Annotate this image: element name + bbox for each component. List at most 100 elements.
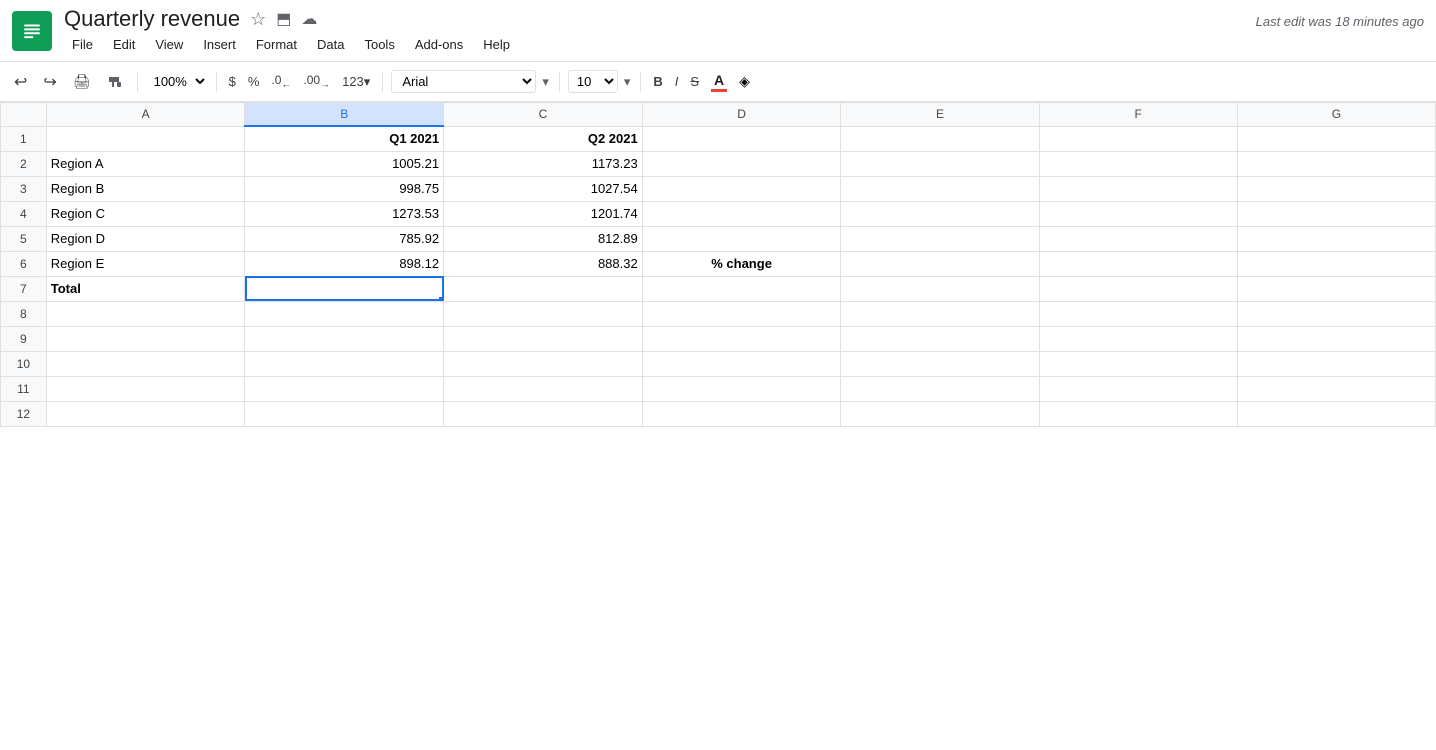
menu-data[interactable]: Data bbox=[309, 34, 352, 55]
cell-C7[interactable] bbox=[444, 276, 643, 301]
cell-C6[interactable]: 888.32 bbox=[444, 251, 643, 276]
cell-B7[interactable] bbox=[245, 276, 444, 301]
cell-A8[interactable] bbox=[46, 301, 245, 326]
cell-F8[interactable] bbox=[1039, 301, 1237, 326]
sheet-container[interactable]: A B C D E F G 1Q1 2021Q2 20212Region A10… bbox=[0, 102, 1436, 732]
text-color-button[interactable]: A bbox=[707, 70, 731, 94]
number-format-button[interactable]: 123▾ bbox=[338, 72, 374, 92]
cell-E10[interactable] bbox=[841, 351, 1039, 376]
cell-A7[interactable]: Total bbox=[46, 276, 245, 301]
font-select[interactable]: Arial Times New Roman Courier New bbox=[391, 70, 536, 93]
cloud-icon[interactable]: ☁ bbox=[301, 9, 317, 29]
print-button[interactable]: 🖨 bbox=[67, 69, 97, 94]
cell-A3[interactable]: Region B bbox=[46, 176, 245, 201]
italic-button[interactable]: I bbox=[671, 72, 683, 91]
cell-C12[interactable] bbox=[444, 401, 643, 426]
font-size-select[interactable]: 10 8 9 11 12 14 bbox=[568, 70, 618, 93]
cell-B1[interactable]: Q1 2021 bbox=[245, 126, 444, 151]
cell-G5[interactable] bbox=[1237, 226, 1435, 251]
cell-G8[interactable] bbox=[1237, 301, 1435, 326]
cell-C2[interactable]: 1173.23 bbox=[444, 151, 643, 176]
cell-F2[interactable] bbox=[1039, 151, 1237, 176]
cell-D12[interactable] bbox=[642, 401, 841, 426]
menu-file[interactable]: File bbox=[64, 34, 101, 55]
cell-G12[interactable] bbox=[1237, 401, 1435, 426]
cell-E6[interactable] bbox=[841, 251, 1039, 276]
cell-F5[interactable] bbox=[1039, 226, 1237, 251]
cell-C4[interactable]: 1201.74 bbox=[444, 201, 643, 226]
cell-B11[interactable] bbox=[245, 376, 444, 401]
cell-G11[interactable] bbox=[1237, 376, 1435, 401]
cell-D10[interactable] bbox=[642, 351, 841, 376]
bold-button[interactable]: B bbox=[649, 72, 666, 91]
cell-D2[interactable] bbox=[642, 151, 841, 176]
menu-view[interactable]: View bbox=[147, 34, 191, 55]
cell-D6[interactable]: % change bbox=[642, 251, 841, 276]
cell-B2[interactable]: 1005.21 bbox=[245, 151, 444, 176]
doc-title-text[interactable]: Quarterly revenue bbox=[64, 6, 240, 32]
cell-A5[interactable]: Region D bbox=[46, 226, 245, 251]
cell-D8[interactable] bbox=[642, 301, 841, 326]
cell-G7[interactable] bbox=[1237, 276, 1435, 301]
cell-E5[interactable] bbox=[841, 226, 1039, 251]
col-header-G[interactable]: G bbox=[1237, 103, 1435, 127]
cell-D11[interactable] bbox=[642, 376, 841, 401]
fill-color-button[interactable]: ◈ bbox=[735, 71, 754, 92]
paint-format-button[interactable] bbox=[101, 70, 129, 94]
cell-E1[interactable] bbox=[841, 126, 1039, 151]
star-icon[interactable]: ☆ bbox=[250, 9, 266, 30]
decimal-less-button[interactable]: .0← bbox=[267, 71, 295, 92]
currency-button[interactable]: $ bbox=[225, 72, 240, 91]
cell-F11[interactable] bbox=[1039, 376, 1237, 401]
menu-tools[interactable]: Tools bbox=[356, 34, 402, 55]
zoom-select[interactable]: 100% 75% 50% 150% bbox=[146, 71, 208, 92]
cell-C3[interactable]: 1027.54 bbox=[444, 176, 643, 201]
cell-G4[interactable] bbox=[1237, 201, 1435, 226]
cell-E4[interactable] bbox=[841, 201, 1039, 226]
cell-E8[interactable] bbox=[841, 301, 1039, 326]
cell-G9[interactable] bbox=[1237, 326, 1435, 351]
cell-C1[interactable]: Q2 2021 bbox=[444, 126, 643, 151]
col-header-F[interactable]: F bbox=[1039, 103, 1237, 127]
cell-E7[interactable] bbox=[841, 276, 1039, 301]
cell-C10[interactable] bbox=[444, 351, 643, 376]
cell-B10[interactable] bbox=[245, 351, 444, 376]
cell-E9[interactable] bbox=[841, 326, 1039, 351]
col-header-D[interactable]: D bbox=[642, 103, 841, 127]
cell-F9[interactable] bbox=[1039, 326, 1237, 351]
cell-D5[interactable] bbox=[642, 226, 841, 251]
cell-F3[interactable] bbox=[1039, 176, 1237, 201]
col-header-C[interactable]: C bbox=[444, 103, 643, 127]
cell-F7[interactable] bbox=[1039, 276, 1237, 301]
cell-G1[interactable] bbox=[1237, 126, 1435, 151]
cell-G10[interactable] bbox=[1237, 351, 1435, 376]
cell-C5[interactable]: 812.89 bbox=[444, 226, 643, 251]
cell-B3[interactable]: 998.75 bbox=[245, 176, 444, 201]
cell-A4[interactable]: Region C bbox=[46, 201, 245, 226]
cell-F1[interactable] bbox=[1039, 126, 1237, 151]
cell-B5[interactable]: 785.92 bbox=[245, 226, 444, 251]
cell-B8[interactable] bbox=[245, 301, 444, 326]
cell-E3[interactable] bbox=[841, 176, 1039, 201]
cell-G6[interactable] bbox=[1237, 251, 1435, 276]
cell-C9[interactable] bbox=[444, 326, 643, 351]
cell-B12[interactable] bbox=[245, 401, 444, 426]
cell-D4[interactable] bbox=[642, 201, 841, 226]
decimal-more-button[interactable]: .00→ bbox=[299, 71, 334, 92]
cell-A1[interactable] bbox=[46, 126, 245, 151]
col-header-A[interactable]: A bbox=[46, 103, 245, 127]
cell-D7[interactable] bbox=[642, 276, 841, 301]
menu-insert[interactable]: Insert bbox=[195, 34, 244, 55]
cell-F6[interactable] bbox=[1039, 251, 1237, 276]
menu-addons[interactable]: Add-ons bbox=[407, 34, 471, 55]
cell-D3[interactable] bbox=[642, 176, 841, 201]
cell-D9[interactable] bbox=[642, 326, 841, 351]
redo-button[interactable]: ↪ bbox=[37, 68, 62, 96]
cell-A6[interactable]: Region E bbox=[46, 251, 245, 276]
cell-A9[interactable] bbox=[46, 326, 245, 351]
cell-B9[interactable] bbox=[245, 326, 444, 351]
cell-E11[interactable] bbox=[841, 376, 1039, 401]
undo-button[interactable]: ↩ bbox=[8, 68, 33, 96]
cell-G3[interactable] bbox=[1237, 176, 1435, 201]
cell-G2[interactable] bbox=[1237, 151, 1435, 176]
